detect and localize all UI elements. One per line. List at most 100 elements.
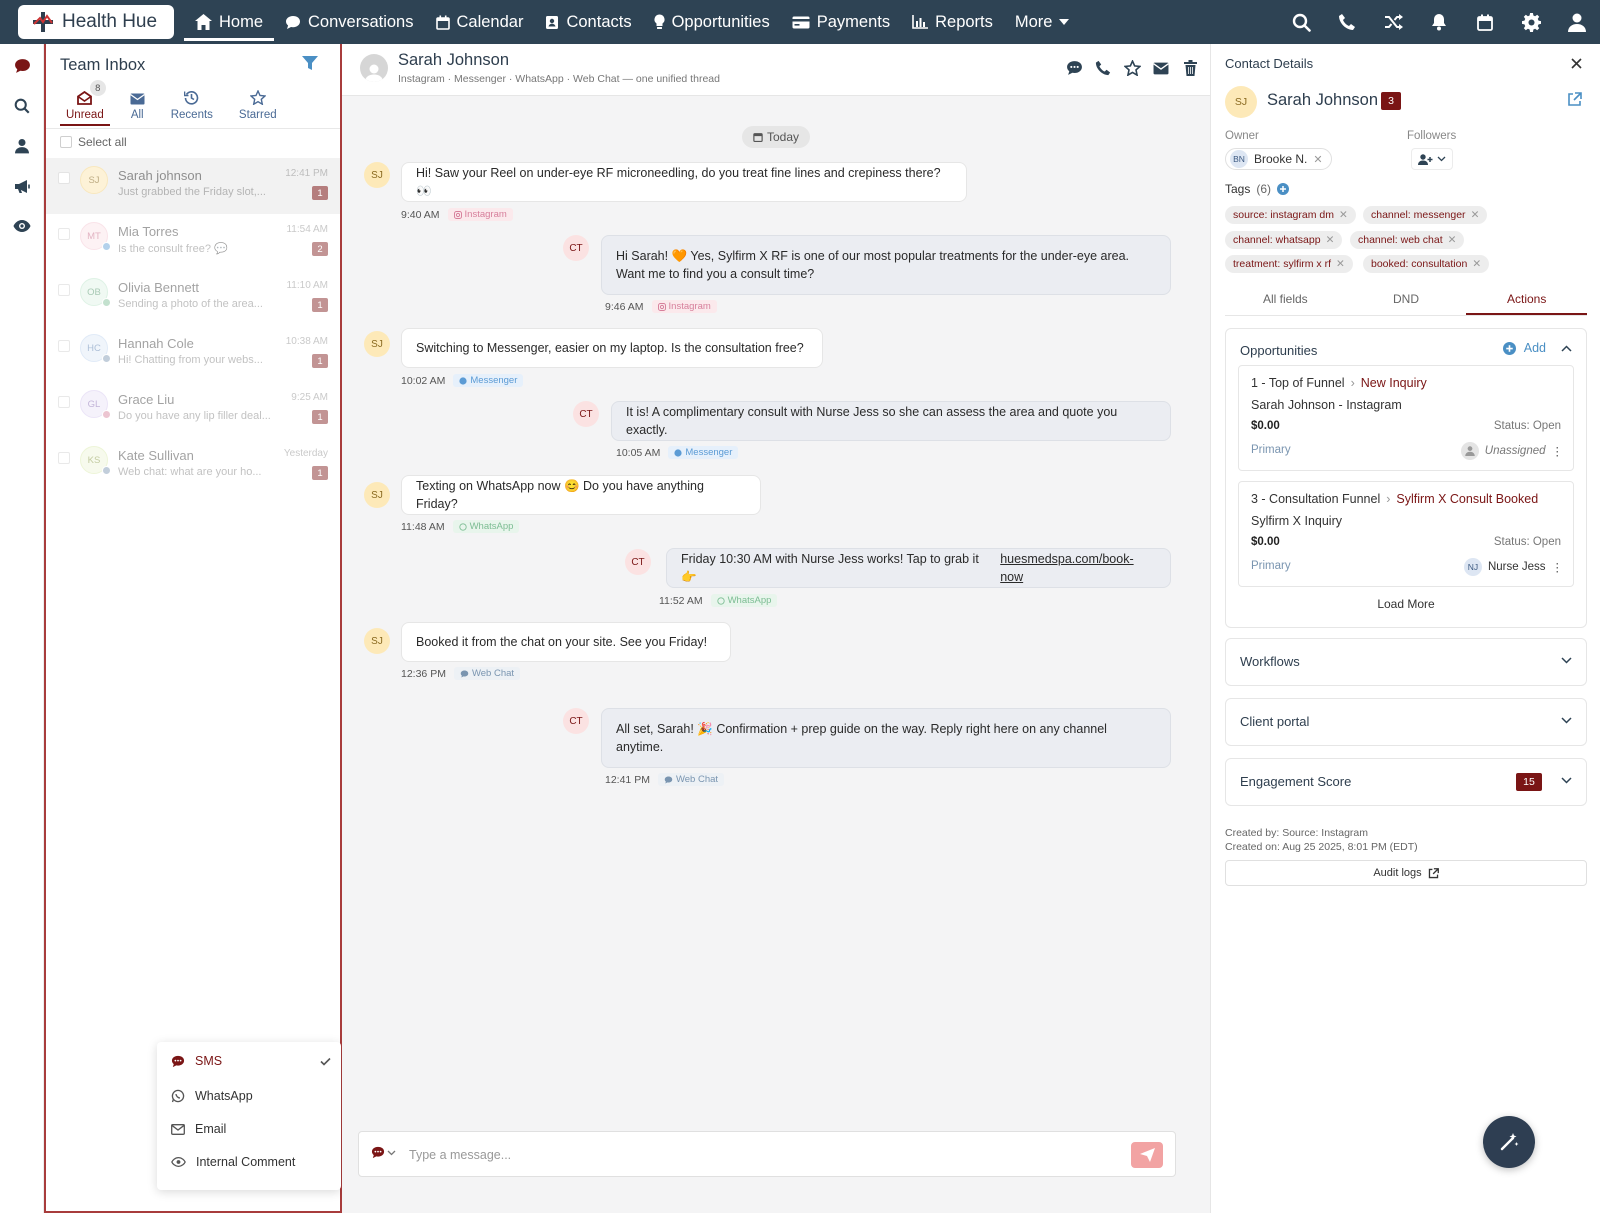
tab-unread[interactable]: Unread 8: [60, 80, 110, 126]
conversation-item[interactable]: GL Grace Liu Do you have any lip filler …: [46, 382, 340, 438]
sms-button[interactable]: [1064, 58, 1084, 78]
tab-recents[interactable]: Recents: [165, 84, 219, 126]
load-more-button[interactable]: Load More: [1226, 597, 1586, 611]
add-follower-button[interactable]: [1411, 148, 1453, 170]
remove-owner-icon[interactable]: ✕: [1313, 153, 1322, 166]
messenger-channel-icon: [102, 242, 111, 251]
remove-tag-icon[interactable]: ✕: [1339, 209, 1348, 221]
tab-starred[interactable]: Starred: [233, 84, 283, 126]
conversation-checkbox[interactable]: [58, 340, 70, 352]
rail-campaigns-button[interactable]: [12, 176, 32, 196]
audit-logs-button[interactable]: Audit logs: [1225, 860, 1587, 886]
message-input[interactable]: [409, 1144, 1109, 1166]
client-portal-section[interactable]: Client portal: [1225, 698, 1587, 746]
conversation-item[interactable]: MT Mia Torres Is the consult free? 💬 11:…: [46, 214, 340, 270]
star-button[interactable]: [1122, 58, 1142, 78]
conversation-checkbox[interactable]: [58, 228, 70, 240]
menu-item-sms[interactable]: SMS: [171, 1054, 331, 1068]
assignee[interactable]: Unassigned ⋮: [1460, 442, 1564, 460]
envelope-open-icon: [77, 91, 93, 105]
booking-link[interactable]: huesmedspa.com/book-now: [1000, 550, 1156, 586]
workflows-section[interactable]: Workflows: [1225, 638, 1587, 686]
tab-all-fields[interactable]: All fields: [1225, 282, 1346, 315]
notifications-button[interactable]: [1416, 0, 1462, 44]
settings-button[interactable]: [1508, 0, 1554, 44]
rail-search-button[interactable]: [12, 96, 32, 116]
health-hue-logo-icon: [33, 12, 53, 32]
call-button[interactable]: [1093, 58, 1113, 78]
remove-tag-icon[interactable]: ✕: [1326, 234, 1335, 246]
conversation-checkbox[interactable]: [58, 396, 70, 408]
tag-chip[interactable]: booked: consultation ✕: [1363, 255, 1490, 273]
tag-chip[interactable]: treatment: sylfirm x rf ✕: [1225, 255, 1353, 273]
conversation-checkbox[interactable]: [58, 284, 70, 296]
tab-all[interactable]: All: [124, 84, 151, 126]
open-contact-button[interactable]: [1567, 92, 1582, 107]
message-bubble: All set, Sarah! 🎉 Confirmation + prep gu…: [601, 708, 1171, 768]
tab-actions[interactable]: Actions: [1466, 282, 1588, 315]
conversation-checkbox[interactable]: [58, 172, 70, 184]
nav-calendar[interactable]: Calendar: [425, 0, 535, 44]
nav-calendar-label: Calendar: [456, 12, 524, 31]
conversation-item[interactable]: OB Olivia Bennett Sending a photo of the…: [46, 270, 340, 326]
phone-button[interactable]: [1324, 0, 1370, 44]
remove-tag-icon[interactable]: ✕: [1472, 258, 1481, 270]
send-button[interactable]: [1131, 1142, 1163, 1168]
collapse-button[interactable]: [1561, 345, 1572, 352]
conversation-item[interactable]: SJ Sarah johnson Just grabbed the Friday…: [46, 158, 340, 214]
select-all[interactable]: Select all: [60, 135, 127, 149]
remove-tag-icon[interactable]: ✕: [1471, 209, 1480, 221]
created-by: Created by: Source: Instagram: [1225, 827, 1368, 839]
select-all-checkbox[interactable]: [60, 136, 72, 148]
add-opportunity-button[interactable]: Add: [1502, 341, 1546, 355]
delete-button[interactable]: [1180, 58, 1200, 78]
assignee[interactable]: NJ Nurse Jess ⋮: [1463, 558, 1564, 576]
remove-tag-icon[interactable]: ✕: [1336, 258, 1345, 270]
menu-item-whatsapp[interactable]: WhatsApp: [171, 1089, 331, 1103]
menu-item-email[interactable]: Email: [171, 1122, 331, 1136]
profile-button[interactable]: [1554, 0, 1600, 44]
tag-chip[interactable]: channel: web chat ✕: [1350, 231, 1465, 249]
channel-selector[interactable]: [371, 1146, 396, 1159]
nav-conversations[interactable]: Conversations: [274, 0, 424, 44]
remove-tag-icon[interactable]: ✕: [1448, 234, 1457, 246]
nav-home[interactable]: Home: [184, 0, 275, 44]
email-button[interactable]: [1151, 58, 1171, 78]
more-options-icon[interactable]: ⋮: [1552, 560, 1564, 574]
conversation-checkbox[interactable]: [58, 452, 70, 464]
credit-card-icon: [792, 16, 810, 28]
nav-reports[interactable]: Reports: [901, 0, 1004, 44]
chevron-down-icon: [387, 1150, 396, 1155]
brand-logo[interactable]: Health Hue: [18, 5, 174, 39]
rail-watch-button[interactable]: [12, 216, 32, 236]
message-meta: 9:46 AM Instagram: [605, 300, 717, 313]
shuffle-icon: [1384, 14, 1403, 30]
tag-chip[interactable]: channel: whatsapp ✕: [1225, 231, 1343, 249]
close-button[interactable]: [1571, 58, 1582, 69]
search-button[interactable]: [1278, 0, 1324, 44]
more-options-icon[interactable]: ⋮: [1552, 444, 1564, 458]
magic-wand-button[interactable]: [1483, 1116, 1535, 1168]
rail-chat-button[interactable]: [12, 56, 32, 76]
filter-button[interactable]: [302, 56, 318, 70]
nav-reports-label: Reports: [935, 12, 993, 31]
tab-dnd[interactable]: DND: [1346, 282, 1467, 315]
engagement-score-section[interactable]: Engagement Score 15: [1225, 758, 1587, 806]
nav-contacts[interactable]: Contacts: [534, 0, 642, 44]
nav-more[interactable]: More: [1004, 0, 1081, 44]
contact-count-badge: 3: [1381, 92, 1401, 110]
owner-chip[interactable]: BN Brooke N. ✕: [1225, 148, 1332, 170]
nav-payments[interactable]: Payments: [781, 0, 901, 44]
tag-chip[interactable]: source: instagram dm ✕: [1225, 206, 1356, 224]
shuffle-button[interactable]: [1370, 0, 1416, 44]
menu-item-internal-comment[interactable]: Internal Comment: [171, 1155, 331, 1169]
add-tag-icon[interactable]: [1277, 183, 1290, 195]
tag-chip[interactable]: channel: messenger ✕: [1363, 206, 1488, 224]
nav-opportunities[interactable]: Opportunities: [643, 0, 781, 44]
conversation-item[interactable]: KS Kate Sullivan Web chat: what are your…: [46, 438, 340, 494]
calendar-button[interactable]: [1462, 0, 1508, 44]
conversation-item[interactable]: HC Hannah Cole Hi! Chatting from your we…: [46, 326, 340, 382]
rail-contacts-button[interactable]: [12, 136, 32, 156]
opportunity-item[interactable]: 3 - Consultation Funnel › Sylfirm X Consul…: [1238, 481, 1574, 587]
opportunity-item[interactable]: 1 - Top of Funnel › New Inquiry Sarah John…: [1238, 365, 1574, 471]
